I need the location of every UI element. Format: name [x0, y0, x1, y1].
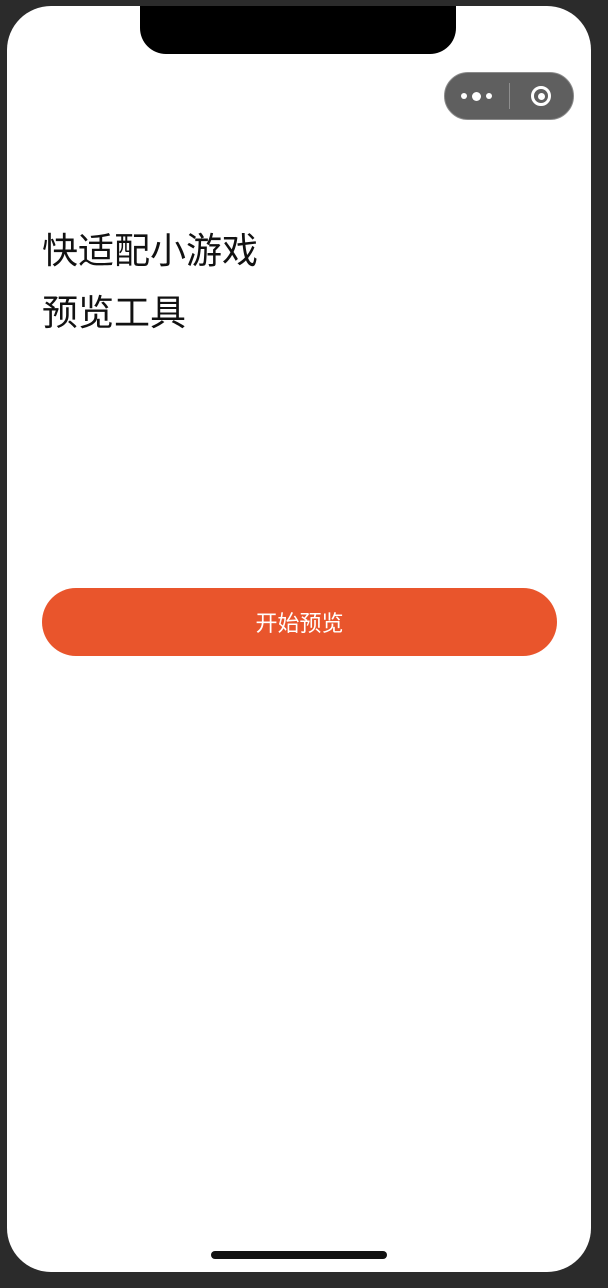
phone-frame: 快适配小游戏 预览工具 开始预览: [0, 0, 608, 1288]
start-preview-button[interactable]: 开始预览: [42, 588, 557, 656]
target-circle-icon: [531, 86, 552, 106]
app-screen: 快适配小游戏 预览工具 开始预览: [7, 6, 591, 1272]
more-button[interactable]: [445, 73, 509, 119]
page-title: 快适配小游戏 预览工具: [42, 221, 258, 345]
mini-program-capsule: [444, 72, 574, 120]
close-button[interactable]: [510, 73, 574, 119]
more-dots-icon: [461, 91, 493, 101]
device-notch: [140, 6, 456, 54]
page-title-line-1: 快适配小游戏: [42, 231, 259, 272]
home-indicator: [211, 1251, 387, 1259]
page-title-line-2: 预览工具: [42, 293, 187, 334]
